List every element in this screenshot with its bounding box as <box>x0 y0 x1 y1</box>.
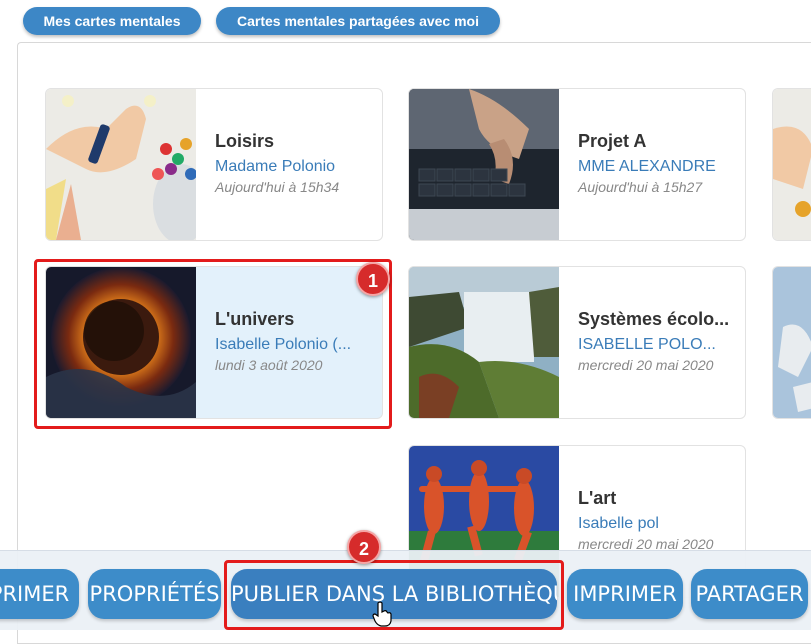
map-card-projet-a[interactable]: Projet A MME ALEXANDRE Aujourd'hui à 15h… <box>408 88 746 241</box>
print-button-partial[interactable]: PRIMER <box>0 569 79 619</box>
step-badge-2: 2 <box>347 530 381 564</box>
tab-shared-maps[interactable]: Cartes mentales partagées avec moi <box>216 7 500 35</box>
waterfall-image <box>409 267 559 418</box>
card-title: Loisirs <box>215 131 275 151</box>
step-badge-1: 1 <box>356 262 390 296</box>
map-card-partial[interactable] <box>772 88 811 241</box>
card-owner: Madame Polonio <box>215 158 336 175</box>
print-button[interactable]: IMPRIMER <box>567 569 683 619</box>
map-card-loisirs[interactable]: Loisirs Madame Polonio Aujourd'hui à 15h… <box>45 88 383 241</box>
highlight-frame-publish <box>224 560 564 630</box>
card-date: Aujourd'hui à 15h27 <box>578 179 703 195</box>
card-title: Projet A <box>578 131 647 151</box>
map-card-systemes-ecolo[interactable]: Systèmes écolo... ISABELLE POLO... mercr… <box>408 266 746 419</box>
card-date: Aujourd'hui à 15h34 <box>215 179 340 195</box>
hand-cursor-icon <box>372 601 392 632</box>
card-title: Systèmes écolo... <box>578 309 730 329</box>
highlight-frame-selected-card <box>34 259 392 429</box>
map-card-partial[interactable] <box>772 266 811 419</box>
card-owner: Isabelle pol <box>578 515 659 532</box>
crayons-image <box>46 89 196 240</box>
tab-my-maps[interactable]: Mes cartes mentales <box>23 7 201 35</box>
laptop-image <box>409 89 559 240</box>
properties-button[interactable]: PROPRIÉTÉS <box>88 569 221 619</box>
card-date: mercredi 20 mai 2020 <box>578 357 714 373</box>
card-title: L'art <box>578 488 617 508</box>
share-button[interactable]: PARTAGER <box>691 569 808 619</box>
card-owner: MME ALEXANDRE <box>578 158 716 175</box>
card-owner: ISABELLE POLO... <box>578 336 716 353</box>
